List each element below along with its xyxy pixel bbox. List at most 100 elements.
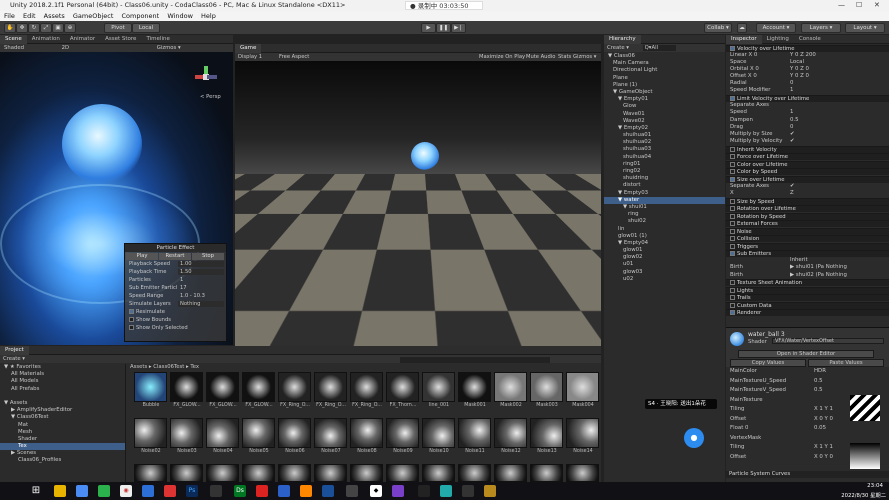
asset-thumbnail[interactable]	[386, 372, 419, 402]
hierarchy-item[interactable]: Directional Light	[604, 67, 725, 74]
tab-animation[interactable]: Animation	[27, 35, 65, 44]
module-header[interactable]: Texture Sheet Animation	[726, 279, 889, 287]
asset-thumbnail[interactable]	[206, 464, 239, 482]
asset-thumbnail[interactable]	[242, 418, 275, 448]
property-value[interactable]: Y 0 Z 0	[790, 73, 809, 80]
module-header[interactable]: Size by Speed	[726, 197, 889, 205]
property-value[interactable]: 0	[790, 124, 793, 131]
account-dropdown[interactable]: Account ▾	[756, 23, 796, 33]
chrome-icon[interactable]: ◉	[120, 485, 132, 497]
transform-tool-icon[interactable]: ⊕	[64, 23, 76, 33]
hierarchy-item[interactable]: ring	[604, 211, 725, 218]
menu-file[interactable]: File	[4, 12, 15, 20]
hierarchy-item[interactable]: ▼ Empty03	[604, 190, 725, 197]
asset-thumbnail[interactable]	[170, 464, 203, 482]
tab-console[interactable]: Console	[794, 35, 826, 44]
module-header[interactable]: Size over Lifetime	[726, 175, 889, 183]
hierarchy-item[interactable]: glow03	[604, 269, 725, 276]
module-header[interactable]: Trails	[726, 294, 889, 302]
app6-icon[interactable]	[256, 485, 268, 497]
asset-thumbnail[interactable]	[458, 372, 491, 402]
asset-thumbnail[interactable]	[422, 418, 455, 448]
property-value[interactable]: ▶ shui02 (Pa Nothing	[790, 272, 847, 279]
rect-tool-icon[interactable]: ▣	[52, 23, 64, 33]
photoshop-icon[interactable]: Ps	[186, 485, 198, 497]
module-header[interactable]: Renderer	[726, 309, 889, 317]
hierarchy-item[interactable]: ▼ water	[604, 196, 725, 204]
tab-scene[interactable]: Scene	[0, 35, 27, 44]
project-folder-item[interactable]: Tex	[0, 443, 125, 451]
module-checkbox[interactable]	[730, 176, 735, 182]
open-shader-editor-button[interactable]: Open in Shader Editor	[738, 350, 874, 358]
project-folder-item[interactable]: ▼ Assets	[0, 400, 125, 407]
pivot-toggle[interactable]: Pivot	[104, 23, 132, 33]
module-checkbox[interactable]	[730, 96, 735, 102]
hierarchy-item[interactable]: ▼ shui01	[604, 204, 725, 211]
app5-icon[interactable]: Ds	[234, 485, 246, 497]
asset-thumbnail[interactable]	[350, 464, 383, 482]
asset-thumbnail[interactable]	[422, 372, 455, 402]
hierarchy-item[interactable]: shuihua01	[604, 132, 725, 139]
app10-icon[interactable]	[346, 485, 358, 497]
hierarchy-item[interactable]: Glow	[604, 103, 725, 110]
asset-thumbnail[interactable]	[350, 372, 383, 402]
menu-component[interactable]: Component	[121, 12, 159, 20]
unity-icon[interactable]: ◆	[370, 485, 382, 497]
module-checkbox[interactable]	[730, 169, 735, 175]
copy-values-button[interactable]: Copy Values	[730, 359, 806, 367]
maximize-icon[interactable]: ☐	[856, 0, 862, 11]
module-header[interactable]: Triggers	[726, 242, 889, 250]
asset-thumbnail[interactable]	[566, 418, 599, 448]
module-checkbox[interactable]	[730, 161, 735, 167]
local-toggle[interactable]: Local	[132, 23, 160, 33]
paste-values-button[interactable]: Paste Values	[808, 359, 884, 367]
asset-thumbnail[interactable]	[458, 464, 491, 482]
module-header[interactable]: Color by Speed	[726, 168, 889, 176]
hierarchy-item[interactable]: u01	[604, 261, 725, 268]
hierarchy-item[interactable]: ▼ Empty02	[604, 125, 725, 132]
module-checkbox[interactable]	[730, 213, 735, 219]
collab-button[interactable]: Collab ▾	[704, 23, 732, 33]
module-header[interactable]: Collision	[726, 235, 889, 243]
app12-icon[interactable]	[418, 485, 430, 497]
game-viewport[interactable]: Game Display 1 Free Aspect Maximize On P…	[235, 44, 601, 346]
property-value[interactable]: Local	[790, 59, 804, 66]
property-value[interactable]: Inherit	[790, 257, 808, 264]
asset-thumbnail[interactable]	[494, 464, 527, 482]
asset-thumbnail[interactable]	[206, 372, 239, 402]
property-value[interactable]: Y 0 Z 0	[790, 66, 809, 73]
asset-thumbnail[interactable]	[242, 464, 275, 482]
hierarchy-item[interactable]: ▼ Empty04	[604, 240, 725, 247]
asset-thumbnail[interactable]	[170, 372, 203, 402]
asset-thumbnail[interactable]	[530, 418, 563, 448]
material-property-value[interactable]: X 0 Y 0	[814, 453, 833, 463]
material-property-value[interactable]: 0.5	[814, 386, 823, 396]
hierarchy-item[interactable]: ring01	[604, 161, 725, 168]
project-create-button[interactable]: Create ▾	[3, 356, 25, 362]
material-property-value[interactable]: X 0 Y 0	[814, 415, 833, 425]
module-checkbox[interactable]	[730, 236, 735, 242]
asset-thumbnail[interactable]	[242, 372, 275, 402]
menu-assets[interactable]: Assets	[44, 12, 65, 20]
asset-thumbnail[interactable]	[566, 464, 599, 482]
step-button[interactable]: ▶❘	[451, 23, 466, 33]
asset-thumbnail[interactable]	[566, 372, 599, 402]
tab-timeline[interactable]: Timeline	[141, 35, 174, 44]
property-value[interactable]: 1	[790, 109, 793, 116]
hierarchy-item[interactable]: shui02	[604, 218, 725, 225]
property-value[interactable]: ✔	[790, 183, 795, 190]
module-checkbox[interactable]	[730, 45, 735, 51]
property-value[interactable]: ✔	[790, 138, 795, 145]
hierarchy-create-button[interactable]: Create ▾	[607, 45, 629, 51]
module-checkbox[interactable]	[730, 295, 735, 301]
app13-icon[interactable]	[440, 485, 452, 497]
asset-thumbnail[interactable]	[386, 418, 419, 448]
playback-speed-field[interactable]: 1.00	[178, 261, 224, 267]
asset-thumbnail[interactable]	[206, 418, 239, 448]
module-checkbox[interactable]	[730, 198, 735, 204]
asset-thumbnail[interactable]	[458, 418, 491, 448]
start-icon[interactable]: ⊞	[30, 485, 42, 497]
project-search-input[interactable]	[400, 357, 550, 363]
app14-icon[interactable]	[462, 485, 474, 497]
move-tool-icon[interactable]: ✥	[16, 23, 28, 33]
